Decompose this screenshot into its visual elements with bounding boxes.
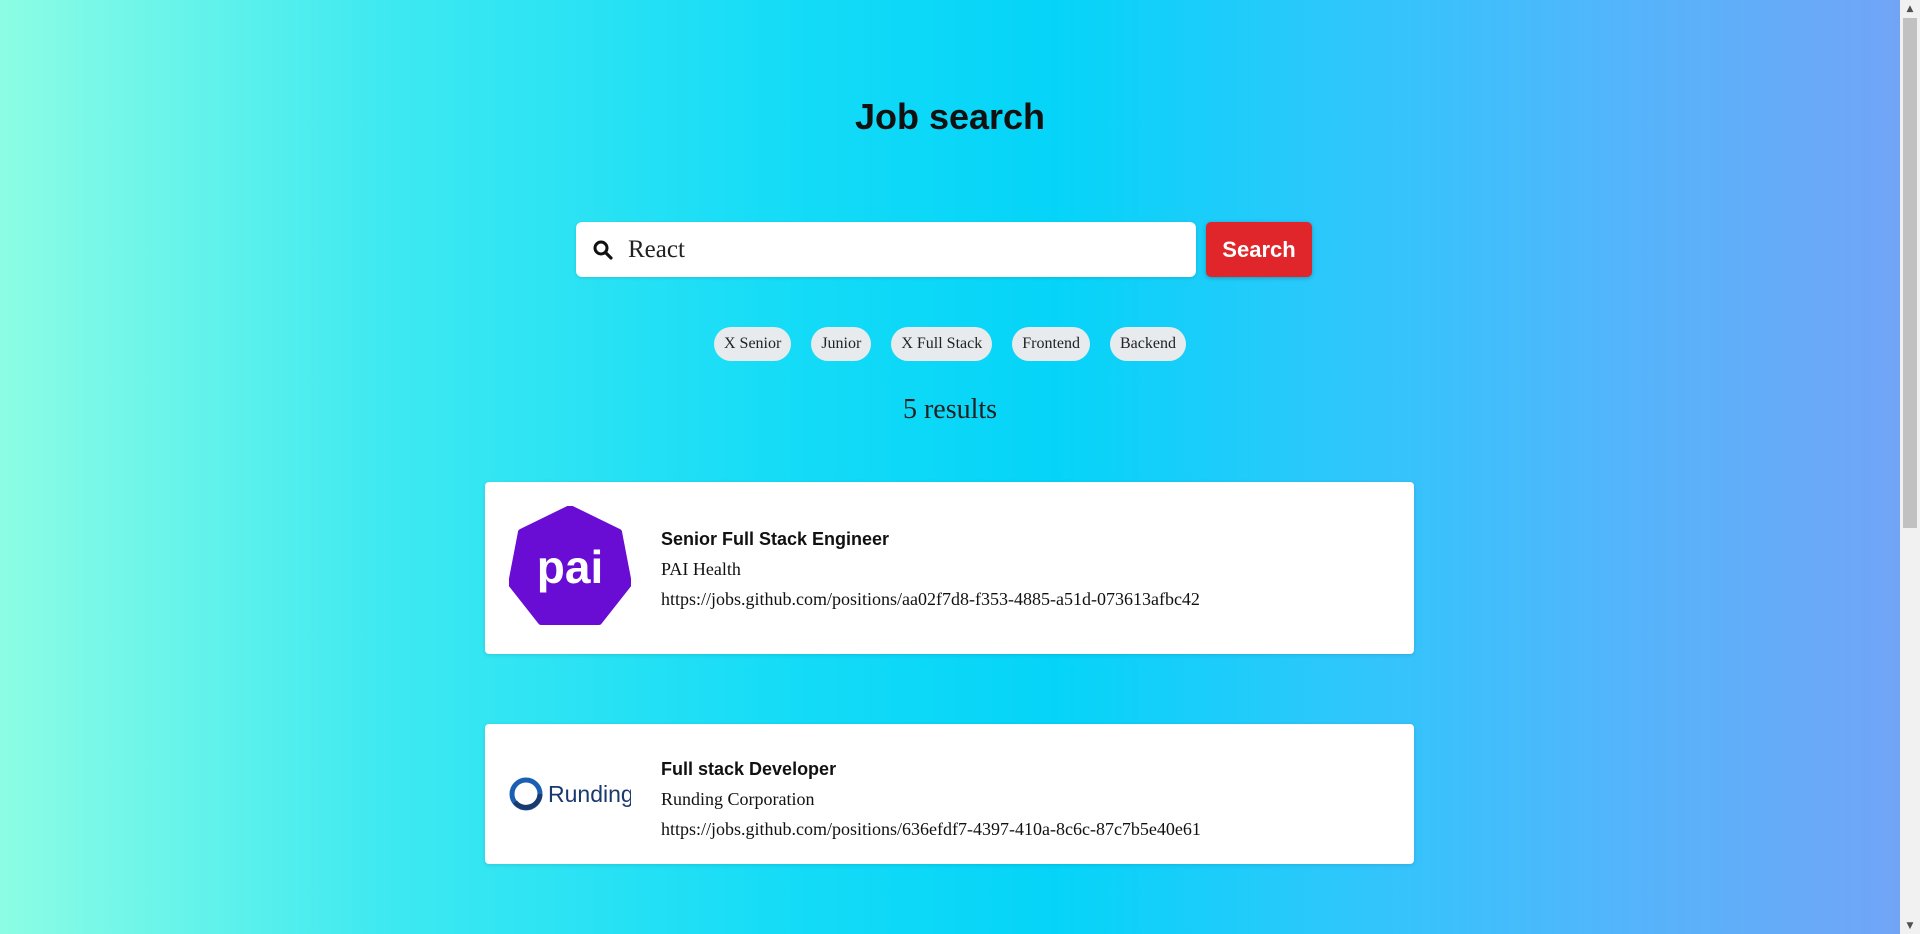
scroll-up-icon[interactable]: ▲ <box>1900 0 1920 17</box>
filter-tags: X Senior Junior X Full Stack Frontend Ba… <box>0 327 1900 361</box>
results-count: 5 results <box>902 394 998 425</box>
pai-logo-icon: pai <box>508 505 632 625</box>
filter-tag-frontend[interactable]: Frontend <box>1012 327 1090 361</box>
job-info: Senior Full Stack Engineer PAI Health ht… <box>661 524 1200 614</box>
job-company: PAI Health <box>661 559 741 579</box>
runding-logo-text: Runding <box>548 781 631 807</box>
job-url-link[interactable]: https://jobs.github.com/positions/aa02f7… <box>661 584 1200 614</box>
runding-logo-icon: Runding <box>509 777 634 811</box>
scrollbar-thumb[interactable] <box>1903 18 1917 528</box>
scroll-down-icon[interactable]: ▼ <box>1900 917 1920 934</box>
search-input[interactable] <box>626 234 1190 265</box>
search-button[interactable]: Search <box>1206 222 1312 277</box>
job-card[interactable]: pai Senior Full Stack Engineer PAI Healt… <box>485 482 1414 654</box>
company-logo: Runding <box>509 772 634 816</box>
job-info: Full stack Developer Runding Corporation… <box>661 754 1201 844</box>
company-logo: pai <box>508 505 632 628</box>
pai-logo-text: pai <box>537 541 603 593</box>
filter-tag-backend[interactable]: Backend <box>1110 327 1186 361</box>
job-card[interactable]: Runding Full stack Developer Runding Cor… <box>485 724 1414 864</box>
filter-tag-full-stack[interactable]: X Full Stack <box>891 327 993 361</box>
job-company: Runding Corporation <box>661 789 815 809</box>
page: Job search Search X Senior Junior X Full… <box>0 0 1900 934</box>
job-url-link[interactable]: https://jobs.github.com/positions/636efd… <box>661 814 1201 844</box>
vertical-scrollbar[interactable]: ▲ ▼ <box>1900 0 1920 934</box>
search-icon <box>592 239 614 261</box>
page-title: Job search <box>854 96 1046 137</box>
search-box[interactable] <box>576 222 1196 277</box>
filter-tag-senior[interactable]: X Senior <box>714 327 792 361</box>
job-title[interactable]: Senior Full Stack Engineer <box>661 524 1200 554</box>
job-title[interactable]: Full stack Developer <box>661 754 1201 784</box>
filter-tag-junior[interactable]: Junior <box>811 327 872 361</box>
search-bar: Search <box>576 222 1312 277</box>
